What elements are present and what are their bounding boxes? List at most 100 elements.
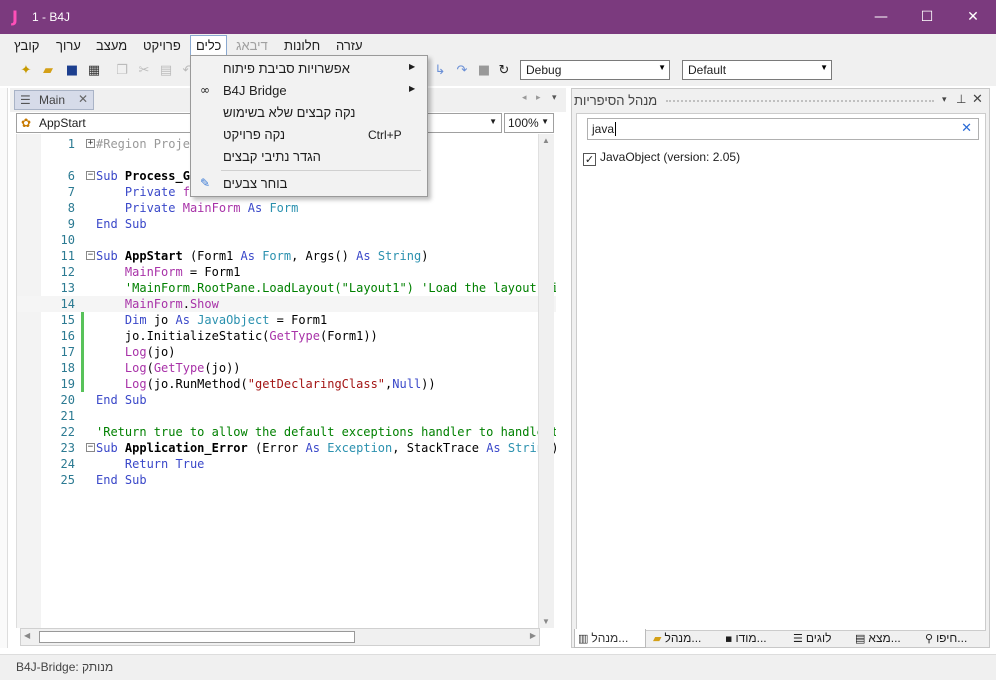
code-line[interactable]: 24 Return True [17,456,556,472]
menu-tools[interactable]: כלים [190,35,228,57]
tab-find-label: מצא... [868,631,901,645]
panel-menu-icon[interactable]: ▾ [942,94,947,105]
status-bar: B4J-Bridge: מנותק [0,654,996,680]
save-icon[interactable]: ■ [64,63,80,79]
tab-list-icon[interactable]: ▾ [552,92,557,103]
code-line[interactable]: 15 Dim jo As JavaObject = Form1 [17,312,556,328]
menu-item-configure-paths[interactable]: הגדר נתיבי קבצים [191,146,427,168]
menu-item-b4j-bridge[interactable]: ∞ B4J Bridge ▶ [191,80,427,102]
maximize-button[interactable]: ☐ [904,0,950,34]
code-line[interactable]: 12 MainForm = Form1 [17,264,556,280]
fold-toggle-icon[interactable]: − [86,171,95,180]
new-file-icon[interactable]: ✦ [18,63,34,79]
code-line[interactable]: 20 End Sub [17,392,556,408]
paste-icon[interactable]: ▤ [158,63,174,79]
folder-icon: ▰ [653,632,662,645]
code-line[interactable]: 25 End Sub [17,472,556,488]
cut-icon[interactable]: ✂ [136,63,152,79]
tab-modules-label: מודו... [735,631,767,645]
close-window-button[interactable]: ✕ [950,0,996,34]
code-line[interactable]: 18 Log(GetType(jo)) [17,360,556,376]
library-search-input[interactable]: java ✕ [587,118,979,140]
code-text: Private MainForm As Form [124,201,299,215]
scroll-left-icon[interactable]: ◀ [24,631,30,640]
zoom-select[interactable]: 100% ▼ [504,113,554,133]
menu-item-label: נקה פרויקט [223,127,286,142]
left-edge-strip [0,88,8,648]
restart-icon[interactable]: ↻ [496,63,512,79]
minimize-button[interactable]: — [858,0,904,34]
stop-icon[interactable]: ■ [476,63,492,79]
library-item[interactable]: ✓ JavaObject (version: 2.05) [583,150,740,166]
editor-vertical-scrollbar[interactable]: ▲ ▼ [538,134,554,628]
tab-main[interactable]: ☰ Main ✕ [14,90,94,110]
tab-files-manager[interactable]: ▰ מנהל... [650,629,720,648]
b4j-logo: J [12,7,18,26]
menu-item-ide-options[interactable]: אפשרויות סביבת פיתוח ▶ [191,58,427,80]
code-line[interactable]: 9 End Sub [17,216,556,232]
menu-debug[interactable]: דיבאג [236,38,268,56]
menu-item-clean-unused-files[interactable]: נקה קבצים שלא בשימוש [191,102,427,124]
panel-grip[interactable] [666,100,934,102]
menu-windows[interactable]: חלונות [284,38,320,56]
title-bar: J 1 - B4J — ☐ ✕ [0,0,996,34]
scroll-right-icon[interactable]: ▶ [530,631,536,640]
menu-edit[interactable]: ערוך [56,38,81,56]
tab-scroll-right-icon[interactable]: ▸ [536,92,541,103]
step-over-icon[interactable]: ↷ [454,63,470,79]
menu-project[interactable]: פרויקט [143,38,181,56]
menu-designer[interactable]: מעצב [96,38,127,56]
menu-help[interactable]: עזרה [336,38,363,56]
code-line[interactable]: 11 − Sub AppStart (Form1 As Form, Args() A… [17,248,556,264]
tab-modules[interactable]: ▪ מודו... [722,629,786,648]
fold-toggle-icon[interactable]: + [86,139,95,148]
open-folder-icon[interactable]: ▰ [40,63,56,79]
menu-item-color-picker[interactable]: ✎ בוחר צבעים [191,173,427,195]
scroll-thumb[interactable] [39,631,355,643]
scroll-down-icon[interactable]: ▼ [542,617,550,626]
code-editor[interactable]: 1+#Region Project Attributes6−Sub Proces… [16,134,556,628]
code-line[interactable]: 19 Log(jo.RunMethod("getDeclaringClass",… [17,376,556,392]
library-checkbox[interactable]: ✓ [583,153,596,166]
code-line[interactable]: 22 'Return true to allow the default exce… [17,424,556,440]
tab-libraries-label: מנהל... [591,631,629,645]
code-line[interactable]: 14 MainForm.Show [17,296,556,312]
line-number: 12 [60,265,75,279]
fold-toggle-icon[interactable]: − [86,251,95,260]
changed-line-marker [81,312,84,328]
build-config-select[interactable]: Debug ▼ [520,60,670,80]
code-line[interactable]: 16 jo.InitializeStatic(GetType(Form1)) [17,328,556,344]
scroll-up-icon[interactable]: ▲ [542,136,550,145]
tab-logs-label: לוגים [805,631,832,645]
close-panel-icon[interactable]: ✕ [972,91,983,107]
libraries-list: java ✕ ✓ JavaObject (version: 2.05) [576,113,986,631]
tab-search[interactable]: ⚲ חיפו... [922,629,986,648]
tab-logs[interactable]: ☰ לוגים [790,629,848,648]
close-tab-icon[interactable]: ✕ [78,92,88,106]
fold-toggle-icon[interactable]: − [86,443,95,452]
code-line[interactable]: 10 [17,232,556,248]
code-line[interactable]: 17 Log(jo) [17,344,556,360]
clear-search-icon[interactable]: ✕ [961,121,972,136]
editor-horizontal-scrollbar[interactable]: ◀ ▶ [20,628,540,646]
menu-file[interactable]: קובץ [14,38,39,56]
color-picker-icon: ✎ [199,176,211,190]
panel-tab-strip: ▥ מנהל... ▰ מנהל... ▪ מודו... ☰ לוגים ▤ מצא..… [572,629,991,649]
code-line[interactable]: 23 − Sub Application_Error (Error As Excep… [17,440,556,456]
tab-scroll-left-icon[interactable]: ◂ [522,92,527,103]
menu-item-clean-project[interactable]: נקה פרויקט Ctrl+P [191,124,427,146]
line-number: 19 [60,377,75,391]
pin-icon[interactable]: ⊥ [956,92,966,106]
menu-item-label: B4J Bridge [223,83,287,98]
package-select[interactable]: Default ▼ [682,60,832,80]
code-line[interactable]: 8 Private MainForm As Form [17,200,556,216]
line-number: 16 [60,329,75,343]
save-all-icon[interactable]: ▦ [86,63,102,79]
tab-libraries-manager[interactable]: ▥ מנהל... [574,629,646,648]
step-into-icon[interactable]: ↳ [432,63,448,79]
tab-find[interactable]: ▤ מצא... [852,629,916,648]
code-line[interactable]: 21 [17,408,556,424]
copy-icon[interactable]: ❐ [114,63,130,79]
code-line[interactable]: 13 'MainForm.RootPane.LoadLayout("Layout… [17,280,556,296]
changed-line-marker [81,328,84,344]
